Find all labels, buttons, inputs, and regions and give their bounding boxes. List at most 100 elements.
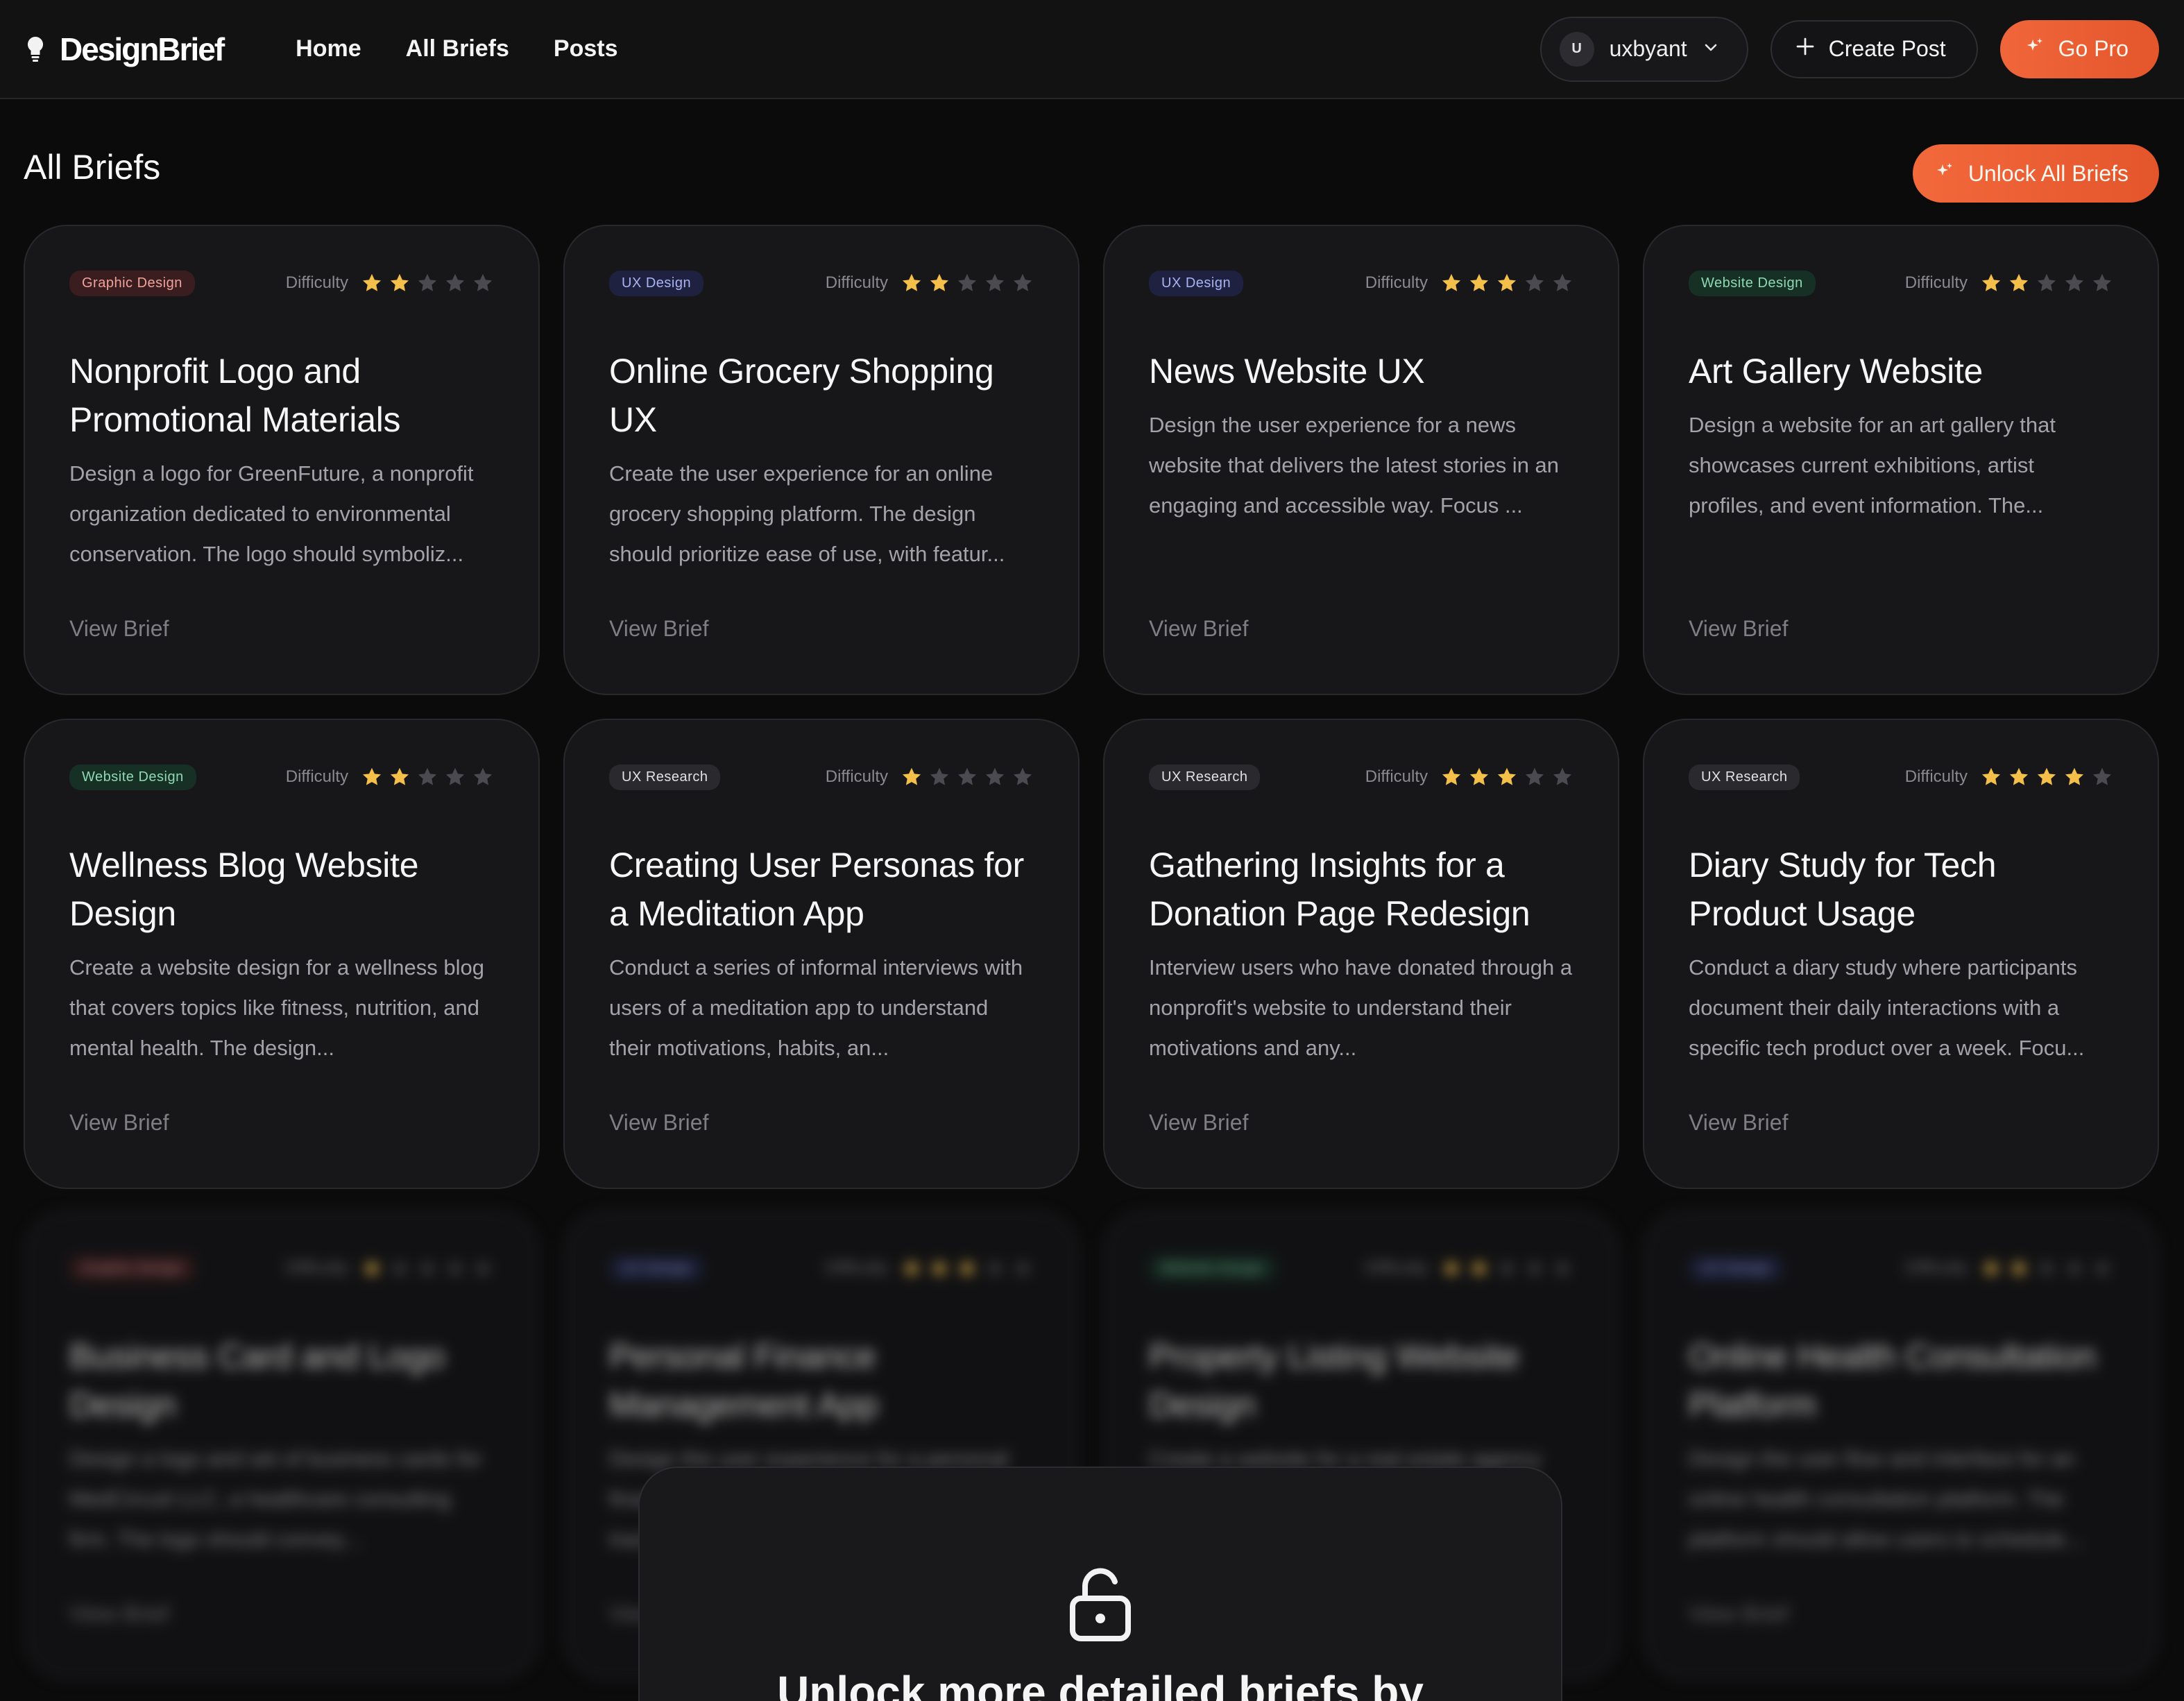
difficulty-label: Difficulty (1904, 767, 1968, 786)
difficulty-label: Difficulty (1365, 273, 1428, 292)
category-badge: UX Design (609, 1255, 704, 1281)
difficulty-label: Difficulty (1904, 1258, 1968, 1277)
star-empty-icon (957, 767, 977, 785)
category-badge: UX Research (609, 764, 721, 790)
nav-home[interactable]: Home (296, 35, 361, 62)
star-filled-icon (930, 273, 949, 291)
brand-name: DesignBrief (60, 31, 225, 67)
star-empty-icon (985, 1258, 1005, 1276)
category-badge: UX Research (1689, 764, 1800, 790)
unlock-all-briefs-button[interactable]: Unlock All Briefs (1912, 144, 2159, 203)
card-meta: UX Design Difficulty (1149, 269, 1573, 297)
star-empty-icon (2092, 1258, 2112, 1276)
brief-description: Create the user experience for an online… (609, 461, 1005, 566)
difficulty-rating: Difficulty (286, 1257, 494, 1279)
unlock-panel: Unlock more detailed briefs by (638, 1467, 1562, 1701)
difficulty-label: Difficulty (1365, 767, 1428, 786)
card-meta: UX Research Difficulty (609, 763, 1034, 791)
user-menu[interactable]: U uxbyant (1539, 16, 1748, 82)
difficulty-label: Difficulty (1904, 273, 1968, 292)
star-filled-icon (2009, 273, 2029, 291)
nav-actions: U uxbyant Create Post Go Pro (1539, 16, 2159, 82)
star-filled-icon (1442, 767, 1461, 785)
star-empty-icon (2037, 1258, 2056, 1276)
brief-card[interactable]: Graphic Design Difficulty Nonprofit Logo a… (24, 225, 540, 695)
view-brief-link[interactable]: View Brief (69, 1601, 169, 1627)
star-empty-icon (930, 767, 949, 785)
brief-card[interactable]: UX Design Difficulty News Website UX Design… (1103, 225, 1619, 695)
brief-card[interactable]: Website Design Difficulty Art Gallery Webs… (1643, 225, 2159, 695)
star-empty-icon (418, 1258, 437, 1276)
category-badge: Website Design (69, 764, 196, 790)
brief-description: Design a logo for GreenFuture, a nonprof… (69, 461, 474, 566)
star-filled-icon (1981, 273, 2001, 291)
brief-card[interactable]: UX Design Difficulty Online Grocery Shoppi… (563, 225, 1080, 695)
go-pro-button[interactable]: Go Pro (1999, 19, 2159, 78)
difficulty-rating: Difficulty (826, 766, 1034, 788)
category-badge: Graphic Design (69, 270, 195, 296)
star-empty-icon (2037, 273, 2056, 291)
username: uxbyant (1609, 36, 1687, 61)
star-empty-icon (1553, 1258, 1572, 1276)
difficulty-rating: Difficulty (1905, 1257, 2113, 1279)
star-filled-icon (930, 1258, 949, 1276)
star-empty-icon (418, 767, 437, 785)
brand-logo[interactable]: DesignBrief (25, 31, 225, 68)
star-empty-icon (1013, 767, 1032, 785)
create-post-label: Create Post (1828, 36, 1946, 61)
brief-card[interactable]: UX Research Difficulty Diary Study for Tec… (1643, 719, 2159, 1189)
view-brief-link[interactable]: View Brief (69, 1110, 169, 1136)
star-empty-icon (1553, 767, 1572, 785)
star-filled-icon (957, 1258, 977, 1276)
brief-description: Design a logo and set of business cards … (69, 1446, 482, 1551)
star-filled-icon (1469, 767, 1489, 785)
brief-title: Business Card and Logo Design (69, 1337, 445, 1424)
difficulty-rating: Difficulty (286, 766, 494, 788)
difficulty-rating: Difficulty (826, 1257, 1034, 1279)
view-brief-link[interactable]: View Brief (1689, 616, 1788, 642)
brief-card[interactable]: Website Design Difficulty Wellness Blog We… (24, 719, 540, 1189)
star-empty-icon (1013, 1258, 1032, 1276)
brief-title: Diary Study for Tech Product Usage (1689, 846, 1997, 933)
card-meta: Website Design Difficulty (1689, 269, 2113, 297)
create-post-button[interactable]: Create Post (1770, 19, 1978, 78)
difficulty-rating: Difficulty (1365, 766, 1573, 788)
category-badge: Website Design (1149, 1255, 1276, 1281)
star-filled-icon (902, 1258, 921, 1276)
brief-card[interactable]: UX Research Difficulty Creating User Perso… (563, 719, 1080, 1189)
card-meta: Graphic Design Difficulty (69, 269, 494, 297)
brief-card[interactable]: UX Research Difficulty Gathering Insights … (1103, 719, 1619, 1189)
difficulty-rating: Difficulty (826, 272, 1034, 294)
view-brief-link[interactable]: View Brief (1689, 1601, 1788, 1627)
category-badge: Website Design (1689, 270, 1816, 296)
brief-title: Nonprofit Logo and Promotional Materials (69, 352, 401, 439)
star-filled-icon (362, 1258, 382, 1276)
brief-description: Design a website for an art gallery that… (1689, 413, 2056, 518)
card-meta: UX Research Difficulty (1689, 763, 2113, 791)
view-brief-link[interactable]: View Brief (1689, 1110, 1788, 1136)
star-filled-icon (1442, 273, 1461, 291)
star-empty-icon (1525, 767, 1544, 785)
view-brief-link[interactable]: View Brief (1149, 1110, 1248, 1136)
brief-card[interactable]: Graphic Design Difficulty Business Card an… (24, 1210, 540, 1680)
view-brief-link[interactable]: View Brief (609, 616, 708, 642)
star-filled-icon (1981, 767, 2001, 785)
brief-card[interactable]: UX Design Difficulty Online Health Consult… (1643, 1210, 2159, 1680)
view-brief-link[interactable]: View Brief (609, 1110, 708, 1136)
star-filled-icon (902, 273, 921, 291)
brief-description: Design the user experience for a news we… (1149, 413, 1560, 518)
brief-title: Art Gallery Website (1689, 352, 1983, 391)
star-empty-icon (445, 1258, 465, 1276)
brief-title: News Website UX (1149, 352, 1425, 391)
category-badge: UX Design (1689, 1255, 1784, 1281)
nav-posts[interactable]: Posts (554, 35, 618, 62)
nav-all-briefs[interactable]: All Briefs (406, 35, 509, 62)
category-badge: Graphic Design (69, 1255, 195, 1281)
view-brief-link[interactable]: View Brief (1149, 616, 1248, 642)
star-empty-icon (1553, 273, 1572, 291)
star-empty-icon (390, 1258, 409, 1276)
brief-description: Conduct a diary study where participants… (1689, 955, 2085, 1060)
star-filled-icon (362, 273, 382, 291)
difficulty-rating: Difficulty (1905, 766, 2113, 788)
view-brief-link[interactable]: View Brief (69, 616, 169, 642)
